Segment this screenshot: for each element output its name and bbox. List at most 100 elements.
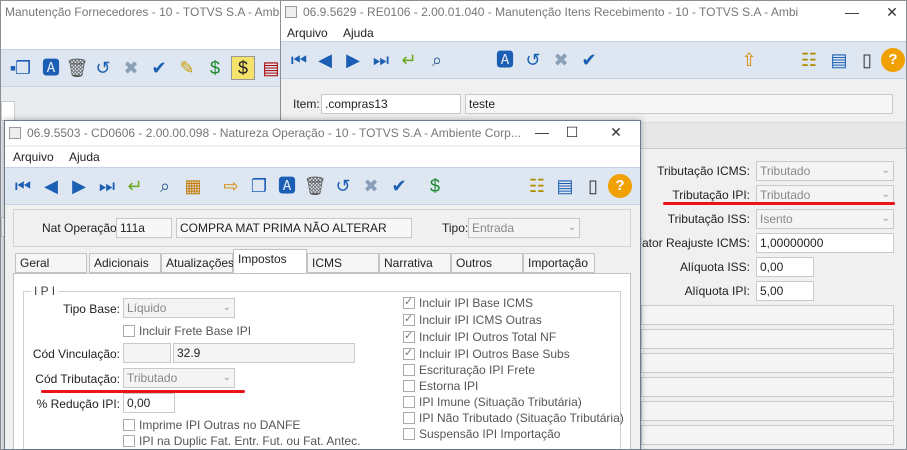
- tributacao-icms-select[interactable]: Tributado ⌄: [756, 161, 894, 181]
- tipo-select[interactable]: Entrada ⌄: [468, 218, 580, 238]
- ipi-duplic-checkbox[interactable]: IPI na Duplic Fat. Entr. Fut. ou Fat. An…: [123, 434, 360, 448]
- copy-icon[interactable]: ❐: [247, 174, 271, 198]
- first-record-icon[interactable]: ⏮: [11, 174, 35, 198]
- tree-icon[interactable]: ☷: [797, 48, 821, 72]
- edit-icon[interactable]: 🅰: [275, 174, 299, 198]
- ok-icon[interactable]: ✔: [577, 48, 601, 72]
- checkbox-box[interactable]: [123, 325, 135, 337]
- check-incluir-ipi-base-icms[interactable]: Incluir IPI Base ICMS: [403, 295, 533, 310]
- incluir-frete-checkbox[interactable]: Incluir Frete Base IPI: [123, 324, 251, 338]
- tab-atualizacoes[interactable]: Atualizações: [161, 253, 234, 273]
- tab-importacao[interactable]: Importação: [523, 253, 595, 273]
- maximize-button[interactable]: ☐: [557, 121, 587, 143]
- delete-icon[interactable]: 🗑: [65, 56, 89, 80]
- exit-icon[interactable]: ▯: [855, 48, 879, 72]
- check-escrituracao-ipi-frete[interactable]: Escrituração IPI Frete: [403, 363, 535, 377]
- edit-icon[interactable]: 🅰: [39, 56, 63, 80]
- dollar-icon[interactable]: $: [423, 174, 447, 198]
- last-record-icon[interactable]: ⏭: [369, 48, 393, 72]
- next-record-icon[interactable]: ▶: [341, 48, 365, 72]
- report-icon[interactable]: ▦: [181, 174, 205, 198]
- ok-icon[interactable]: ✔: [387, 174, 411, 198]
- checkbox-box[interactable]: [403, 412, 415, 424]
- cod-vinculacao-field[interactable]: 32.9: [173, 343, 355, 363]
- close-button[interactable]: ✕: [877, 1, 906, 23]
- dollar-icon[interactable]: $: [203, 56, 227, 80]
- check-estorna-ipi[interactable]: Estorna IPI: [403, 379, 478, 393]
- empty-field[interactable]: [641, 353, 894, 373]
- empty-field[interactable]: [641, 425, 894, 445]
- cancel-icon[interactable]: ✖: [119, 56, 143, 80]
- menu-arquivo[interactable]: Arquivo: [287, 23, 328, 43]
- check-incluir-ipi-outros-base-subs[interactable]: Incluir IPI Outros Base Subs: [403, 346, 570, 361]
- cod-vinculacao-prefix-field[interactable]: [123, 343, 171, 363]
- aliquota-ipi-field[interactable]: 5,00: [756, 281, 814, 301]
- previous-record-icon[interactable]: ◀: [313, 48, 337, 72]
- undo-icon[interactable]: ↺: [91, 56, 115, 80]
- tipo-base-select[interactable]: Líquido ⌄: [123, 298, 235, 318]
- cancel-icon[interactable]: ✖: [549, 48, 573, 72]
- menu-arquivo[interactable]: Arquivo: [13, 147, 54, 167]
- checkbox-box[interactable]: [403, 428, 415, 440]
- item-field[interactable]: .compras13: [321, 94, 461, 114]
- empty-field[interactable]: [641, 401, 894, 421]
- exit-icon[interactable]: ▯: [581, 174, 605, 198]
- tab-narrativa[interactable]: Narrativa: [379, 253, 451, 273]
- finance-icon[interactable]: $: [231, 56, 255, 80]
- last-record-icon[interactable]: ⏭: [95, 174, 119, 198]
- tab-impostos[interactable]: Impostos: [233, 249, 307, 273]
- checkbox-box[interactable]: [403, 329, 415, 343]
- upload-icon[interactable]: ⇧: [737, 48, 761, 72]
- close-button[interactable]: ✕: [601, 121, 631, 143]
- previous-record-icon[interactable]: ◀: [39, 174, 63, 198]
- checkbox-box[interactable]: [123, 435, 135, 447]
- next-record-icon[interactable]: ▶: [67, 174, 91, 198]
- delete-icon[interactable]: 🗑: [303, 174, 327, 198]
- checkbox-box[interactable]: [403, 295, 415, 309]
- ok-icon[interactable]: ✔: [147, 56, 171, 80]
- check-incluir-ipi-icms-outras[interactable]: Incluir IPI ICMS Outras: [403, 312, 542, 327]
- print-icon[interactable]: ▤: [553, 174, 577, 198]
- checkbox-box[interactable]: [403, 396, 415, 408]
- check-ipi-nao-tributado[interactable]: IPI Não Tributado (Situação Tributária): [403, 411, 624, 425]
- goto-icon[interactable]: ↵: [123, 174, 147, 198]
- copy-icon[interactable]: ❐: [11, 56, 35, 80]
- empty-field[interactable]: [641, 377, 894, 397]
- edit-icon[interactable]: 🅰: [493, 48, 517, 72]
- menu-ajuda[interactable]: Ajuda: [69, 147, 100, 167]
- empty-field[interactable]: [641, 329, 894, 349]
- add-icon[interactable]: ⇨: [219, 174, 243, 198]
- reducao-ipi-field[interactable]: 0,00: [123, 393, 175, 413]
- checkbox-box[interactable]: [403, 346, 415, 360]
- tributacao-iss-select[interactable]: Isento ⌄: [756, 209, 894, 229]
- cod-tributacao-select[interactable]: Tributado ⌄: [123, 368, 235, 388]
- help-icon[interactable]: ?: [608, 174, 632, 198]
- check-suspensao-ipi-importacao[interactable]: Suspensão IPI Importação: [403, 427, 560, 441]
- undo-icon[interactable]: ↺: [521, 48, 545, 72]
- search-icon[interactable]: ⌕: [153, 174, 177, 198]
- check-incluir-ipi-outros-total-nf[interactable]: Incluir IPI Outros Total NF: [403, 329, 556, 344]
- check-ipi-imune[interactable]: IPI Imune (Situação Tributária): [403, 395, 582, 409]
- cancel-icon[interactable]: ✖: [359, 174, 383, 198]
- print-icon[interactable]: ▤: [827, 48, 851, 72]
- tab-geral[interactable]: Geral: [15, 253, 87, 273]
- fator-reajuste-field[interactable]: 1,00000000: [756, 233, 894, 253]
- checkbox-box[interactable]: [403, 380, 415, 392]
- empty-field[interactable]: [641, 305, 894, 325]
- minimize-button[interactable]: —: [527, 121, 557, 143]
- undo-icon[interactable]: ↺: [331, 174, 355, 198]
- tab-icms[interactable]: ICMS: [307, 253, 379, 273]
- checkbox-box[interactable]: [403, 312, 415, 326]
- checkbox-box[interactable]: [403, 364, 415, 376]
- search-icon[interactable]: ⌕: [425, 48, 449, 72]
- checkbox-box[interactable]: [123, 419, 135, 431]
- imprime-ipi-checkbox[interactable]: Imprime IPI Outras no DANFE: [123, 418, 300, 432]
- minimize-button[interactable]: —: [837, 1, 867, 23]
- nat-operacao-description-field[interactable]: COMPRA MAT PRIMA NÃO ALTERAR: [176, 218, 412, 238]
- first-record-icon[interactable]: ⏮: [287, 48, 311, 72]
- tab-outros[interactable]: Outros: [451, 253, 523, 273]
- tree-icon[interactable]: ☷: [525, 174, 549, 198]
- tab-adicionais[interactable]: Adicionais: [89, 253, 161, 273]
- nat-operacao-code-field[interactable]: 111a: [116, 218, 172, 238]
- aliquota-iss-field[interactable]: 0,00: [756, 257, 814, 277]
